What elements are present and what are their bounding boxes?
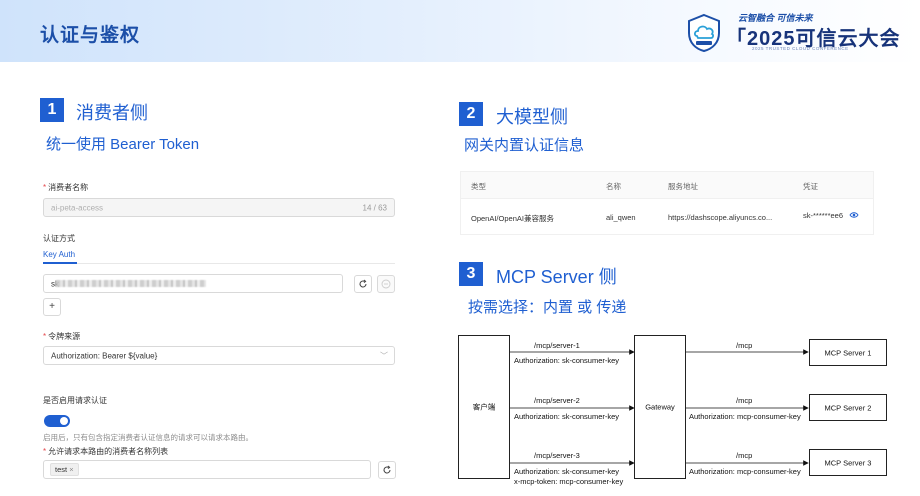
enable-auth-hint: 启用后，只有包含指定消费者认证信息的请求可以请求本路由。 [43, 433, 253, 442]
token-source-select[interactable]: Authorization: Bearer ${value} ﹀ [43, 346, 395, 365]
allowed-consumers-label: * 允许请求本路由的消费者名称列表 [43, 447, 169, 456]
section-2-number: 2 [459, 102, 483, 126]
tab-bar-divider [43, 263, 395, 264]
route-extra-header-3: x-mcp-token: mcp-consumer-key [514, 477, 624, 486]
gateway-box: Gateway [634, 335, 686, 479]
table-header-credential: 凭证 [803, 182, 818, 191]
table-cell-type: OpenAI/OpenAI兼容服务 [471, 214, 554, 223]
section-2-title: 大模型侧 [496, 107, 568, 127]
eye-icon[interactable] [849, 211, 859, 219]
section-3-number: 3 [459, 262, 483, 286]
table-header-type: 类型 [471, 182, 486, 191]
mcp-auth-diagram: 客户端 Gateway MCP Server 1 MCP Server 2 MC… [456, 330, 896, 490]
consumer-tag: test × [50, 463, 79, 476]
route-label-1: /mcp/server-1 [534, 341, 580, 350]
table-cell-url: https://dashscope.aliyuncs.co... [668, 213, 773, 222]
route-label-3: /mcp/server-3 [534, 451, 580, 460]
redacted-key-mask [56, 280, 206, 287]
tab-active-indicator [43, 262, 77, 264]
token-source-label: * 令牌来源 [43, 332, 81, 341]
minus-circle-icon [381, 279, 391, 289]
close-icon[interactable]: × [69, 465, 73, 474]
allowed-consumers-select[interactable]: test × [43, 460, 371, 479]
enable-auth-toggle[interactable] [44, 415, 70, 427]
section-1-subtitle: 统一使用 Bearer Token [46, 136, 200, 153]
add-key-button[interactable]: + [43, 298, 61, 316]
refresh-icon [359, 279, 367, 288]
refresh-icon [383, 465, 391, 474]
cloud-shield-logo-icon [688, 13, 720, 53]
route-label-2: /mcp/server-2 [534, 396, 580, 405]
char-counter: 14 / 63 [362, 203, 387, 212]
table-header-name: 名称 [606, 182, 621, 191]
mcp-server-3-box: MCP Server 3 [809, 449, 887, 476]
upstream-path-3: /mcp [736, 451, 753, 460]
consumer-name-label: * 消费者名称 [43, 183, 89, 192]
route-header-1: Authorization: sk-consumer-key [514, 356, 620, 365]
header-bar: 认证与鉴权 云智融合 可信未来 「2025可信云大会 2025 TRUSTED … [0, 0, 920, 62]
tab-key-auth[interactable]: Key Auth [43, 250, 75, 259]
upstream-header-3: Authorization: mcp-consumer-key [689, 467, 801, 476]
model-provider-table: 类型 名称 服务地址 凭证 OpenAI/OpenAI兼容服务 ali_qwen… [460, 171, 874, 235]
table-header: 类型 名称 服务地址 凭证 [461, 172, 873, 199]
slide: 认证与鉴权 云智融合 可信未来 「2025可信云大会 2025 TRUSTED … [0, 0, 920, 496]
enable-auth-label: 是否启用请求认证 [43, 396, 107, 405]
mcp-server-1-box: MCP Server 1 [809, 339, 887, 366]
section-3-subtitle: 按需选择：内置 或 传递 [468, 299, 627, 316]
table-cell-credential: sk-******ee6 [803, 211, 844, 220]
section-3-title: MCP Server 侧 [496, 267, 617, 287]
refresh-key-button[interactable] [354, 275, 372, 293]
upstream-header-2: Authorization: mcp-consumer-key [689, 412, 801, 421]
remove-key-button[interactable] [377, 275, 395, 293]
route-header-3: Authorization: sk-consumer-key [514, 467, 620, 476]
section-1-title: 消费者侧 [76, 103, 148, 123]
refresh-consumers-button[interactable] [378, 461, 396, 479]
section-1-number: 1 [40, 98, 64, 122]
auth-method-label: 认证方式 [43, 234, 75, 243]
upstream-path-2: /mcp [736, 396, 753, 405]
section-2-subtitle: 网关内置认证信息 [464, 137, 585, 154]
conference-english-name: 2025 TRUSTED CLOUD CONFERENCE [752, 46, 849, 51]
route-header-2: Authorization: sk-consumer-key [514, 412, 620, 421]
upstream-path-1: /mcp [736, 341, 753, 350]
table-header-url: 服务地址 [668, 182, 698, 191]
chevron-down-icon: ﹀ [380, 351, 388, 360]
table-cell-name: ali_qwen [606, 213, 636, 222]
consumer-name-field: ai-peta-access 14 / 63 [43, 198, 395, 217]
mcp-server-2-box: MCP Server 2 [809, 394, 887, 421]
page-title: 认证与鉴权 [40, 25, 141, 46]
client-box: 客户端 [458, 335, 510, 479]
